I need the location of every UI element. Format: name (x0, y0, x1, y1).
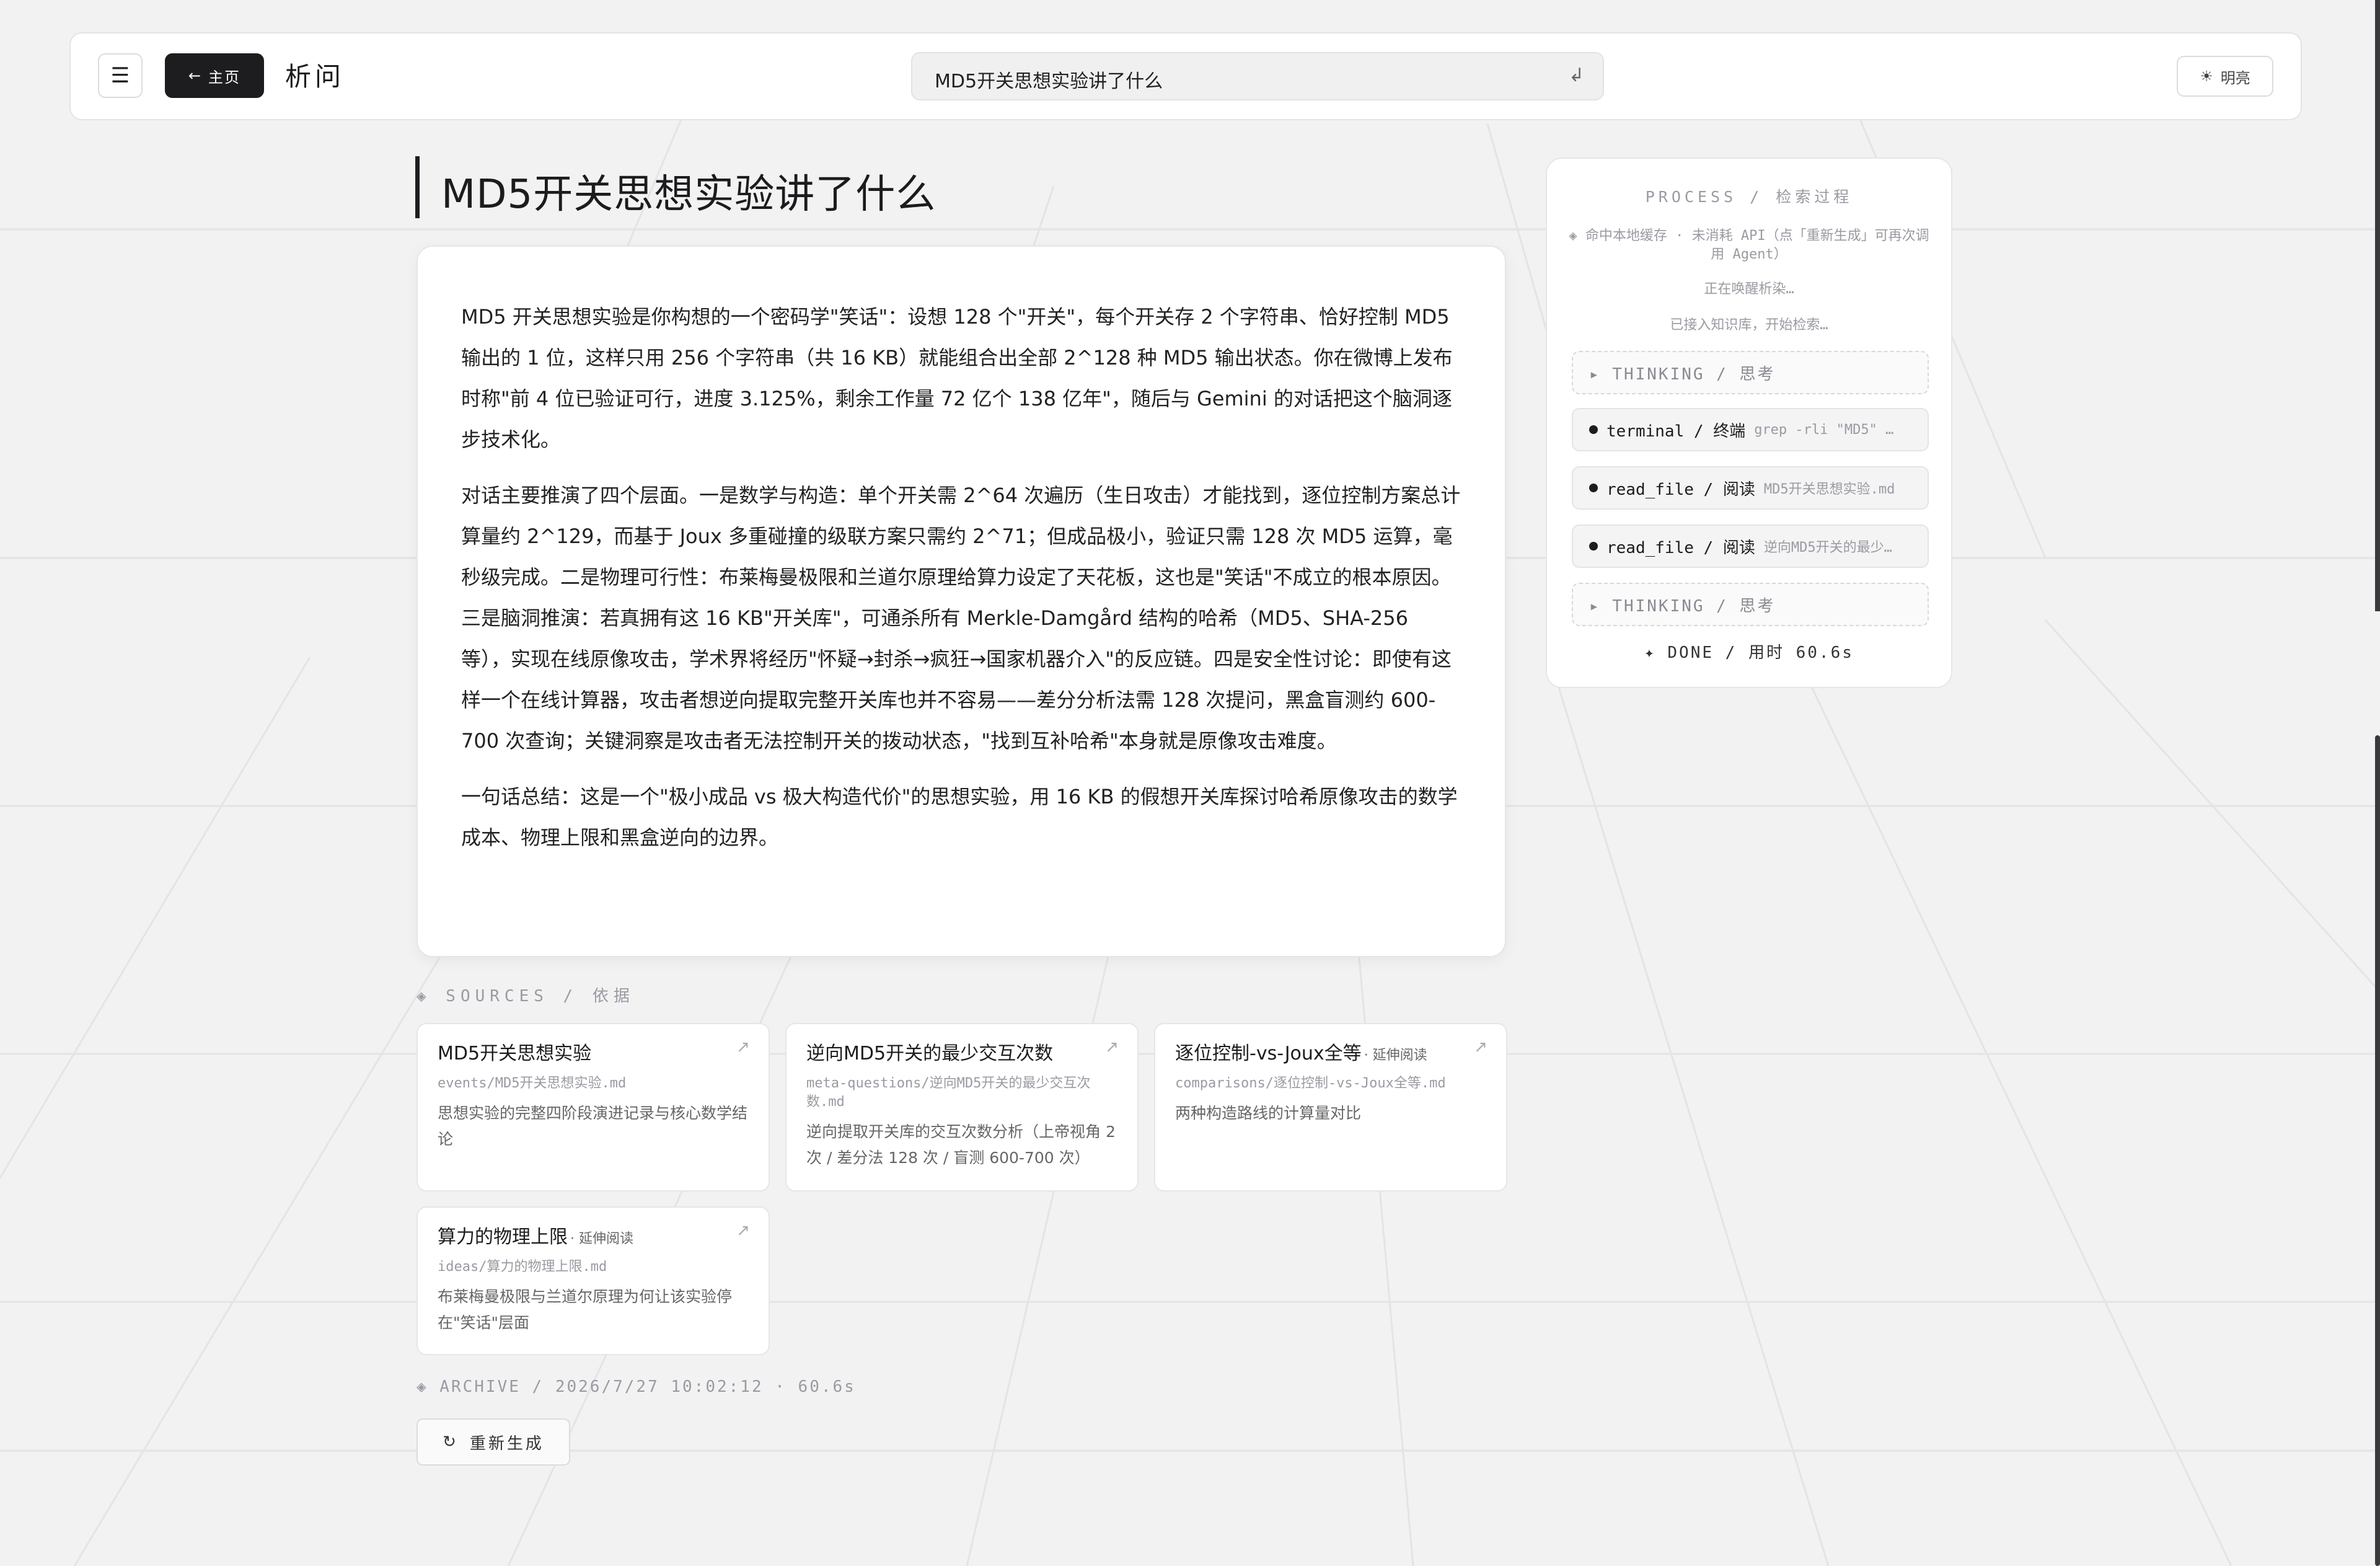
title-accent-bar (415, 156, 420, 218)
external-link-icon: ↗ (736, 1038, 750, 1056)
regenerate-button[interactable]: ↻ 重新生成 (416, 1418, 570, 1466)
page-title: MD5开关思想实验讲了什么 (441, 172, 937, 218)
external-link-icon: ↗ (1105, 1038, 1119, 1056)
tool-step[interactable]: read_file / 阅读 MD5开关思想实验.md (1572, 466, 1929, 510)
menu-button[interactable]: ☰ (98, 53, 143, 98)
step-label: read_file / 阅读 (1606, 538, 1755, 557)
thinking-step[interactable]: ▸ THINKING / 思考 (1572, 351, 1929, 394)
step-dot-icon (1589, 484, 1598, 492)
source-desc: 逆向提取开关库的交互次数分析（上帝视角 2 次 / 差分法 128 次 / 盲测… (806, 1123, 1116, 1167)
search-value: MD5开关思想实验讲了什么 (935, 71, 1163, 92)
source-title: 逆向MD5开关的最少交互次数 (806, 1043, 1054, 1064)
step-arg: grep -rli "MD5" … (1754, 422, 1894, 438)
source-title: 逐位控制-vs-Joux全等 · 延伸阅读 (1175, 1043, 1427, 1064)
search-input[interactable]: MD5开关思想实验讲了什么 ↲ (911, 52, 1604, 100)
top-bar: ☰ ← 主页 析问 MD5开关思想实验讲了什么 ↲ ☀ 明亮 (69, 32, 2302, 120)
thinking-step[interactable]: ▸ THINKING / 思考 (1572, 583, 1929, 626)
tool-step[interactable]: terminal / 终端 grep -rli "MD5" … (1572, 408, 1929, 451)
step-arg: MD5开关思想实验.md (1763, 482, 1895, 497)
scrollbar-track-top (2375, 0, 2380, 611)
process-heading: PROCESS / 检索过程 (1645, 188, 1853, 206)
source-path: comparisons/逐位控制-vs-Joux全等.md (1175, 1076, 1446, 1091)
answer-card: MD5 开关思想实验是你构想的一个密码学"笑话"：设想 128 个"开关"，每个… (416, 246, 1506, 957)
step-dot-icon (1589, 425, 1598, 434)
back-arrow-icon: ← (188, 67, 203, 84)
enter-icon[interactable]: ↲ (1569, 64, 1584, 86)
source-title: 算力的物理上限 · 延伸阅读 (438, 1226, 633, 1248)
waking-status: 正在唤醒析染… (1704, 281, 1794, 297)
menu-icon: ☰ (110, 63, 130, 88)
scrollbar-thumb[interactable] (2375, 735, 2380, 1566)
source-desc: 思想实验的完整四阶段演进记录与核心数学结论 (438, 1104, 748, 1148)
step-arg: 逆向MD5开关的最少… (1763, 540, 1892, 555)
source-card[interactable]: ↗ 逐位控制-vs-Joux全等 · 延伸阅读 comparisons/逐位控制-… (1154, 1023, 1507, 1192)
archive-info: ◈ ARCHIVE / 2026/7/27 10:02:12 · 60.6s (416, 1378, 856, 1396)
source-path: ideas/算力的物理上限.md (438, 1259, 607, 1275)
app-title: 析问 (285, 61, 345, 92)
source-path: meta-questions/逆向MD5开关的最少交互次数.md (806, 1076, 1091, 1110)
refresh-icon: ↻ (443, 1433, 459, 1451)
answer-paragraph: 对话主要推演了四个层面。一是数学与构造：单个开关需 2^64 次遍历（生日攻击）… (461, 484, 1461, 753)
source-title: MD5开关思想实验 (438, 1043, 592, 1064)
step-label: ▸ THINKING / 思考 (1589, 596, 1776, 616)
source-desc: 两种构造路线的计算量对比 (1175, 1104, 1362, 1122)
sun-icon: ☀ (2200, 68, 2213, 85)
external-link-icon: ↗ (736, 1221, 750, 1240)
cache-note: ◈ 命中本地缓存 · 未消耗 API（点「重新生成」可再次调用 Agent） (1569, 228, 1929, 262)
sources-heading: ◈ SOURCES / 依据 (416, 987, 635, 1006)
regenerate-label: 重新生成 (469, 1434, 544, 1453)
external-link-icon: ↗ (1474, 1038, 1488, 1056)
source-desc: 布莱梅曼极限与兰道尔原理为何让该实验停在"笑话"层面 (438, 1288, 733, 1332)
process-panel: PROCESS / 检索过程 ◈ 命中本地缓存 · 未消耗 API（点「重新生成… (1546, 157, 1952, 688)
home-button[interactable]: ← 主页 (165, 53, 264, 98)
step-label: read_file / 阅读 (1606, 480, 1755, 499)
source-card[interactable]: ↗ MD5开关思想实验 events/MD5开关思想实验.md 思想实验的完整四… (416, 1023, 770, 1192)
theme-toggle-button[interactable]: ☀ 明亮 (2177, 56, 2273, 97)
tool-step[interactable]: read_file / 阅读 逆向MD5开关的最少… (1572, 524, 1929, 568)
step-dot-icon (1589, 542, 1598, 551)
connected-status: 已接入知识库，开始检索… (1670, 317, 1828, 333)
source-card[interactable]: ↗ 逆向MD5开关的最少交互次数 meta-questions/逆向MD5开关的… (785, 1023, 1139, 1192)
answer-paragraph: MD5 开关思想实验是你构想的一个密码学"笑话"：设想 128 个"开关"，每个… (461, 305, 1453, 451)
source-card[interactable]: ↗ 算力的物理上限 · 延伸阅读 ideas/算力的物理上限.md 布莱梅曼极限与… (416, 1206, 770, 1355)
answer-paragraph: 一句话总结：这是一个"极小成品 vs 极大构造代价"的思想实验，用 16 KB … (461, 785, 1458, 849)
step-label: ▸ THINKING / 思考 (1589, 365, 1776, 384)
step-label: terminal / 终端 (1606, 422, 1746, 441)
home-label: 主页 (208, 68, 241, 86)
source-path: events/MD5开关思想实验.md (438, 1076, 627, 1091)
theme-label: 明亮 (2220, 69, 2250, 87)
done-status: ✦ DONE / 用时 60.6s (1644, 644, 1854, 662)
